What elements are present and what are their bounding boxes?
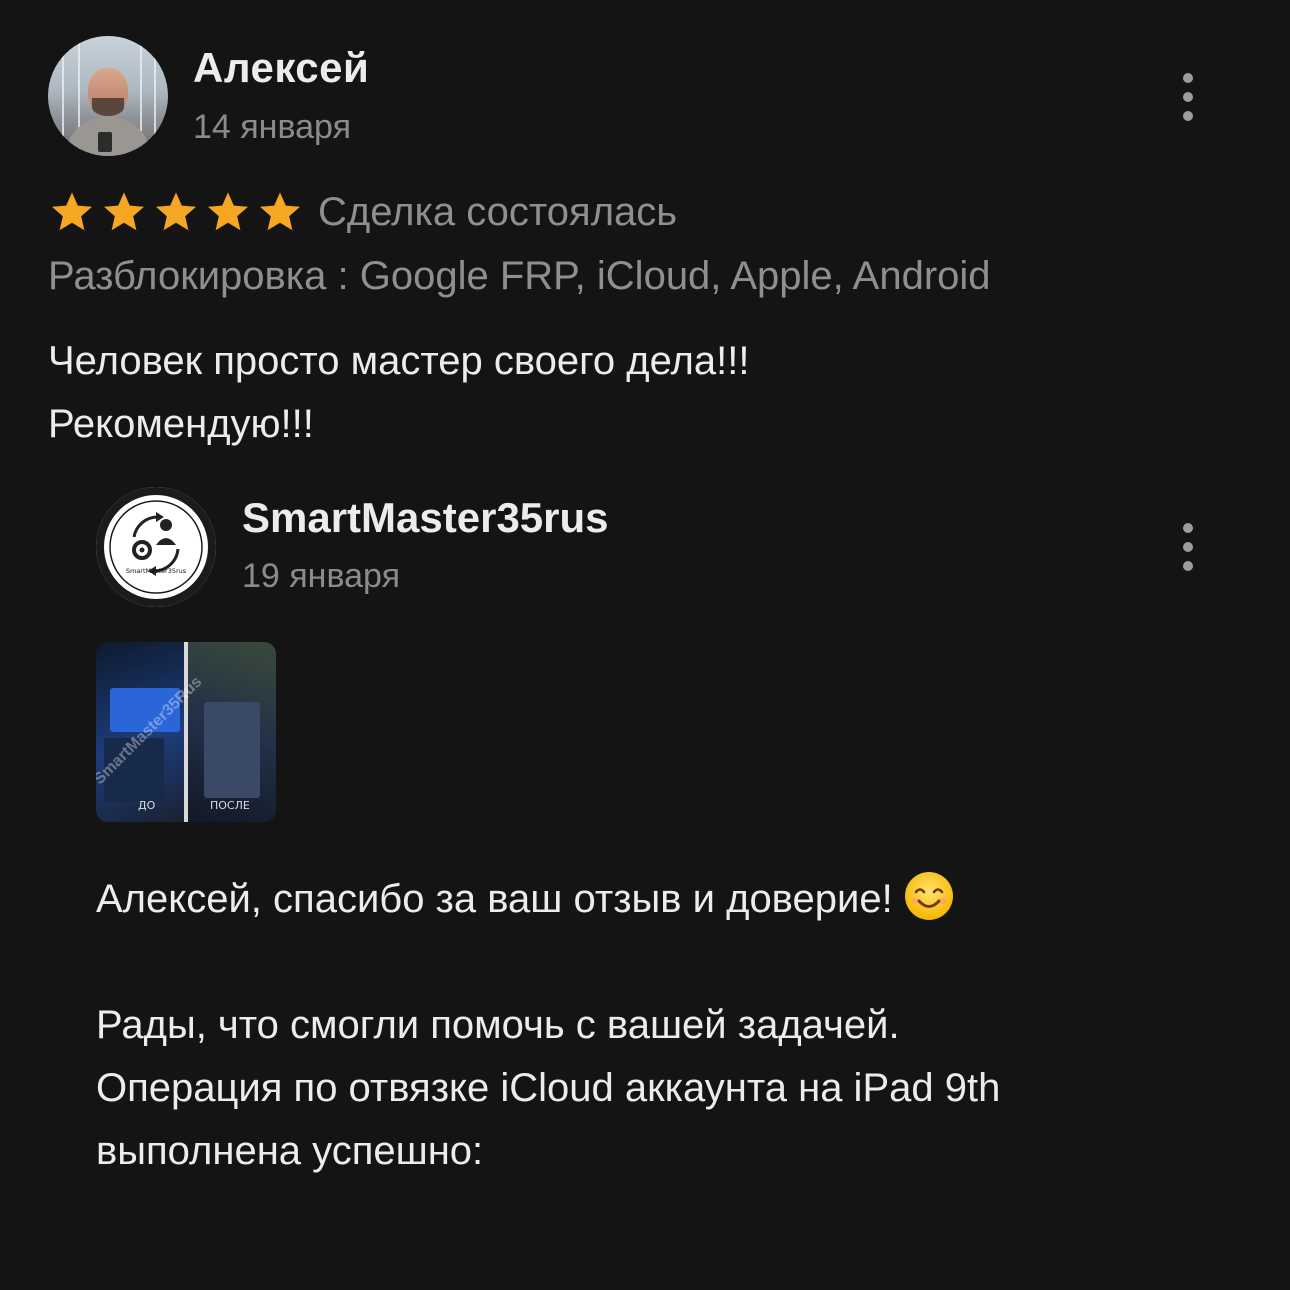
star-icon	[52, 192, 92, 231]
reply-date: 19 января	[242, 557, 400, 595]
rating-stars	[48, 188, 304, 236]
review-more-options-icon[interactable]	[1178, 73, 1198, 121]
reply-greeting-line: Алексей, спасибо за ваш отзыв и доверие!	[96, 868, 1216, 931]
review-text-line: Человек просто мастер своего дела!!!	[48, 339, 750, 383]
reply-text-line: выполнена успешно:	[96, 1129, 484, 1173]
reply-greeting: Алексей, спасибо за ваш отзыв и доверие!	[96, 877, 893, 921]
star-icon	[104, 192, 144, 231]
reply-text: Алексей, спасибо за ваш отзыв и доверие!…	[96, 868, 1216, 1183]
seller-name[interactable]: SmartMaster35rus	[242, 494, 609, 542]
star-icon	[208, 192, 248, 231]
reply-more-options-icon[interactable]	[1178, 523, 1198, 571]
review-text-line: Рекомендую!!!	[48, 402, 314, 446]
deal-status: Сделка состоялась	[318, 190, 678, 234]
reply-blank-line	[96, 931, 1216, 994]
service-category: Разблокировка : Google FRP, iCloud, Appl…	[48, 254, 991, 298]
reply-text-line: Операция по отвязке iCloud аккаунта на i…	[96, 1066, 1001, 1110]
seller-avatar[interactable]: SmartMaster35rus	[96, 487, 216, 607]
photo-after-label: ПОСЛЕ	[210, 799, 250, 812]
reply-text-line: Рады, что смогли помочь с вашей задачей.	[96, 1003, 900, 1047]
reply-photo-thumbnail[interactable]: SmartMaster35Rus ДО ПОСЛЕ	[96, 642, 276, 822]
photo-before-label: ДО	[138, 799, 156, 812]
review-text: Человек просто мастер своего дела!!! Рек…	[48, 330, 1198, 456]
star-icon	[156, 192, 196, 231]
smiling-face-icon	[904, 872, 953, 920]
reviewer-name[interactable]: Алексей	[193, 44, 369, 92]
review-date: 14 января	[193, 108, 351, 146]
reviewer-avatar[interactable]	[48, 36, 168, 156]
seller-avatar-label: SmartMaster35rus	[126, 567, 187, 575]
star-icon	[260, 192, 300, 231]
